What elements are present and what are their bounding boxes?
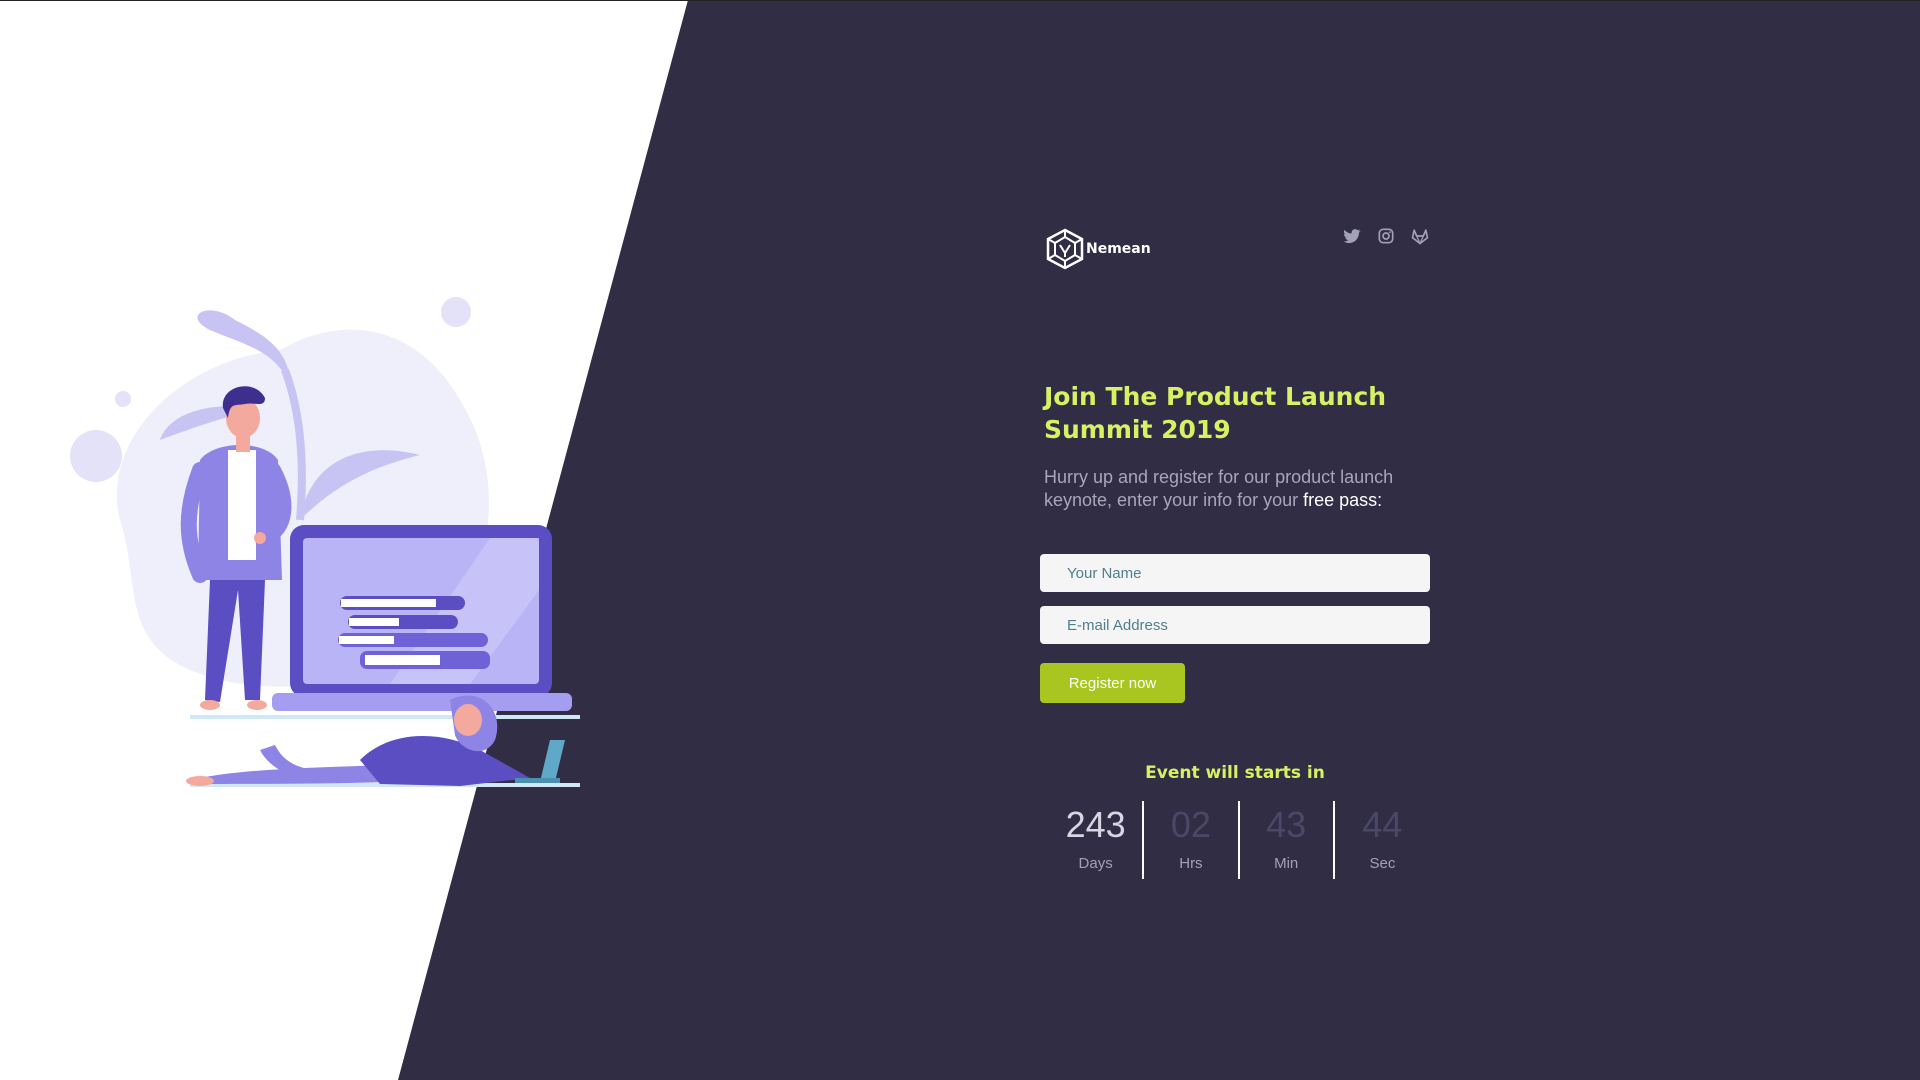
- man-foot-right: [247, 700, 267, 710]
- woman-body: [360, 736, 530, 786]
- laptop-base: [272, 693, 572, 711]
- small-laptop: [540, 740, 565, 782]
- seconds-value: 44: [1362, 804, 1403, 845]
- hours-value: 02: [1170, 804, 1211, 845]
- free-pass-emphasis: free pass:: [1303, 490, 1383, 510]
- screen-bar-2-fill: [349, 618, 399, 626]
- brand-name: Nemean: [1086, 241, 1151, 257]
- landing-page: Nemean Join The Product Launch Summit 20…: [0, 0, 1920, 1080]
- twitter-icon[interactable]: [1342, 226, 1362, 246]
- instagram-icon[interactable]: [1376, 226, 1396, 246]
- page-subtitle: Hurry up and register for our product la…: [1044, 466, 1424, 512]
- screen-bar-1-fill: [341, 599, 436, 607]
- days-label: Days: [1078, 855, 1113, 872]
- countdown-title: Event will starts in: [1145, 763, 1325, 783]
- woman-head: [454, 704, 482, 736]
- bubble-small: [441, 297, 471, 327]
- page-title: Join The Product Launch Summit 2019: [1044, 382, 1387, 444]
- register-button[interactable]: Register now: [1040, 663, 1185, 703]
- minutes-value: 43: [1266, 804, 1307, 845]
- days-value: 243: [1065, 804, 1126, 845]
- bubble-medium: [70, 430, 122, 482]
- name-input[interactable]: [1040, 554, 1430, 592]
- countdown-timer: 243 Days 02 Hrs 43 Min 44 Sec: [1049, 801, 1430, 879]
- hours-label: Hrs: [1179, 855, 1203, 872]
- countdown-hours: 02 Hrs: [1144, 801, 1240, 879]
- woman-foot: [186, 776, 214, 786]
- countdown-minutes: 43 Min: [1240, 801, 1335, 879]
- screen-bar-3-fill: [339, 636, 394, 644]
- countdown-seconds: 44 Sec: [1335, 801, 1430, 879]
- lion-logo-icon: [1046, 228, 1084, 270]
- screen-bar-4-fill: [365, 655, 440, 665]
- header-row: Nemean: [1040, 226, 1430, 276]
- countdown-days: 243 Days: [1049, 801, 1145, 879]
- small-laptop-base: [515, 778, 560, 783]
- registration-panel: Nemean Join The Product Launch Summit 20…: [1040, 226, 1430, 879]
- social-links: [1342, 226, 1430, 246]
- man-shirt: [228, 450, 256, 560]
- brand-logo[interactable]: Nemean: [1044, 228, 1151, 270]
- man-hand: [254, 532, 266, 544]
- gitlab-icon[interactable]: [1410, 226, 1430, 246]
- email-input[interactable]: [1040, 606, 1430, 644]
- minutes-label: Min: [1274, 855, 1299, 872]
- top-border-line: [0, 0, 1920, 1]
- shelf-top: [190, 715, 580, 719]
- hero-illustration: [70, 297, 580, 787]
- seconds-label: Sec: [1369, 855, 1396, 872]
- bubble-tiny: [115, 391, 131, 407]
- man-foot-left: [200, 700, 220, 710]
